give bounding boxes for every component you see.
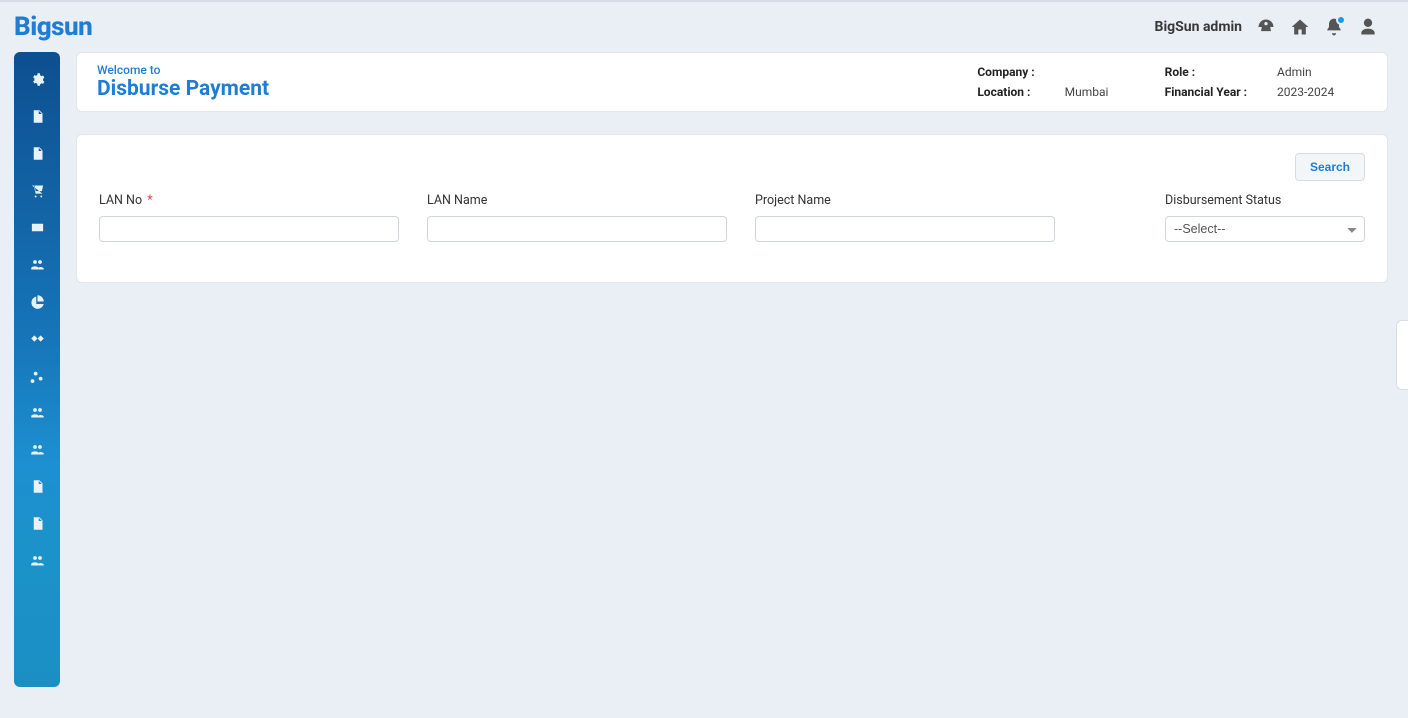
search-button[interactable]: Search — [1295, 153, 1365, 181]
location-value: Mumbai — [1065, 85, 1165, 99]
lan-no-label-text: LAN No — [99, 193, 142, 208]
location-label: Location : — [977, 85, 1064, 99]
right-edge-tab[interactable] — [1396, 320, 1408, 390]
dashboard-icon[interactable] — [1256, 17, 1276, 37]
fy-label: Financial Year : — [1165, 85, 1277, 99]
sidebar-item-file-4[interactable] — [14, 516, 60, 531]
status-label: Disbursement Status — [1165, 193, 1365, 208]
sidebar-item-users-3[interactable] — [14, 442, 60, 457]
bell-icon[interactable] — [1324, 17, 1344, 37]
role-label: Role : — [1165, 65, 1277, 79]
sidebar-item-card[interactable] — [14, 220, 60, 235]
page-title: Disburse Payment — [97, 77, 269, 101]
lan-no-label: LAN No * — [99, 193, 399, 208]
sidebar-item-cogs[interactable] — [14, 368, 60, 383]
search-form-card: Search LAN No * LAN Name Project Name — [76, 134, 1388, 283]
lan-name-label: LAN Name — [427, 193, 727, 208]
field-lan-no: LAN No * — [99, 193, 399, 242]
sidebar-item-file-1[interactable] — [14, 109, 60, 124]
current-user-name: BigSun admin — [1155, 19, 1242, 35]
home-icon[interactable] — [1290, 17, 1310, 37]
page-header-card: Welcome to Disburse Payment Company : Ro… — [76, 52, 1388, 112]
sidebar — [14, 52, 60, 687]
notification-dot — [1336, 15, 1346, 25]
project-name-input[interactable] — [755, 216, 1055, 242]
sidebar-item-users-1[interactable] — [14, 257, 60, 272]
brand-logo-text: Bigsun — [14, 12, 92, 42]
lan-no-input[interactable] — [99, 216, 399, 242]
field-project-name: Project Name — [755, 193, 1055, 242]
sidebar-item-file-2[interactable] — [14, 146, 60, 161]
fy-value: 2023-2024 — [1277, 85, 1367, 99]
sidebar-item-chart-pie[interactable] — [14, 294, 60, 309]
context-grid: Company : Role : Admin Location : Mumbai… — [977, 65, 1367, 99]
project-name-label: Project Name — [755, 193, 1055, 208]
welcome-text: Welcome to — [97, 63, 269, 77]
sidebar-item-gear[interactable] — [14, 72, 60, 87]
user-icon[interactable] — [1358, 17, 1378, 37]
sidebar-item-cart[interactable] — [14, 183, 60, 198]
topbar: Bigsun BigSun admin — [0, 2, 1408, 52]
required-asterisk: * — [147, 193, 152, 208]
sidebar-item-users-4[interactable] — [14, 553, 60, 568]
field-disbursement-status: Disbursement Status --Select-- — [1165, 193, 1365, 242]
main: Welcome to Disburse Payment Company : Ro… — [60, 52, 1408, 283]
sidebar-item-file-3[interactable] — [14, 479, 60, 494]
field-lan-name: LAN Name — [427, 193, 727, 242]
role-value: Admin — [1277, 65, 1367, 79]
company-label: Company : — [977, 65, 1064, 79]
status-select[interactable]: --Select-- — [1165, 216, 1365, 242]
lan-name-input[interactable] — [427, 216, 727, 242]
sidebar-item-handshake[interactable] — [14, 331, 60, 346]
sidebar-item-users-2[interactable] — [14, 405, 60, 420]
company-value — [1065, 65, 1165, 79]
topbar-right: BigSun admin — [1155, 17, 1378, 37]
